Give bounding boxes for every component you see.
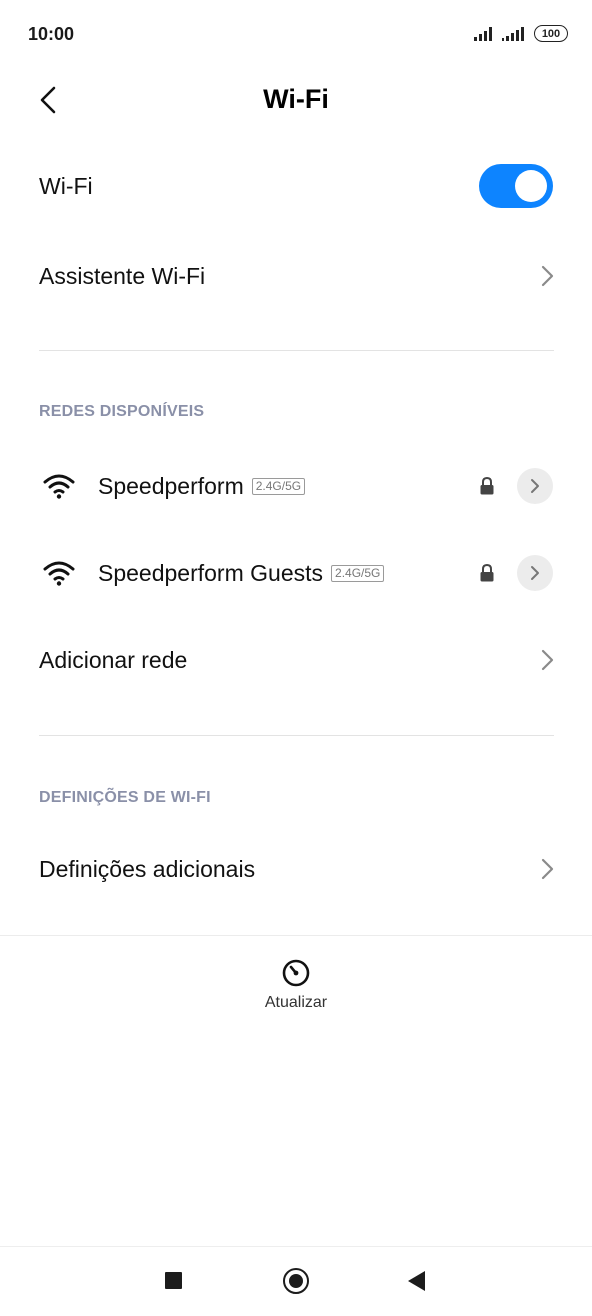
lock-icon — [480, 564, 494, 582]
network-details-button[interactable] — [517, 468, 553, 504]
add-network-row[interactable]: Adicionar rede — [0, 624, 592, 696]
battery-level: 100 — [541, 27, 561, 40]
recent-apps-button[interactable] — [165, 1272, 182, 1289]
signal-icon — [474, 26, 492, 41]
network-row[interactable]: Speedperform Guests 2.4G/5G — [0, 537, 592, 609]
band-badge: 2.4G/5G — [331, 564, 385, 582]
navigation-bar — [0, 1246, 592, 1316]
wifi-toggle-label: Wi-Fi — [39, 172, 93, 199]
toggle-knob — [515, 170, 547, 202]
network-details-button[interactable] — [517, 555, 553, 591]
wifi-assistant-label: Assistente Wi-Fi — [39, 262, 206, 289]
add-network-label: Adicionar rede — [39, 646, 188, 673]
refresh-label: Atualizar — [264, 994, 328, 1011]
section-title-settings: DEFINIÇÕES DE WI-FI — [39, 789, 211, 806]
network-name-text: Speedperform — [98, 472, 244, 499]
wifi-toggle-row[interactable]: Wi-Fi — [0, 150, 592, 222]
chevron-right-icon — [541, 858, 554, 880]
chevron-right-icon — [531, 479, 539, 493]
divider — [39, 735, 554, 736]
nav-back-button[interactable] — [408, 1271, 425, 1291]
status-icons: 100 — [474, 25, 568, 42]
home-button[interactable] — [283, 1268, 309, 1294]
wifi-assistant-row[interactable]: Assistente Wi-Fi — [0, 240, 592, 312]
divider — [0, 935, 592, 936]
chevron-right-icon — [541, 265, 554, 287]
signal-icon — [502, 26, 524, 41]
network-name-text: Speedperform Guests — [98, 559, 324, 586]
network-name: Speedperform 2.4G/5G — [98, 472, 306, 500]
additional-settings-row[interactable]: Definições adicionais — [0, 833, 592, 905]
wifi-icon — [43, 561, 75, 586]
section-title-networks: REDES DISPONÍVEIS — [39, 403, 205, 420]
header: Wi-Fi — [0, 70, 592, 130]
battery-icon: 100 — [534, 25, 568, 42]
chevron-right-icon — [531, 566, 539, 580]
status-bar: 10:00 100 — [0, 0, 592, 70]
wifi-toggle-switch[interactable] — [479, 164, 553, 208]
page-title: Wi-Fi — [263, 84, 329, 114]
wifi-icon — [43, 474, 75, 499]
refresh-icon — [282, 959, 310, 987]
status-time: 10:00 — [28, 24, 75, 44]
band-badge: 2.4G/5G — [251, 477, 306, 495]
refresh-button[interactable]: Atualizar — [0, 958, 592, 1012]
chevron-right-icon — [541, 649, 554, 671]
additional-settings-label: Definições adicionais — [39, 855, 256, 882]
network-row[interactable]: Speedperform 2.4G/5G — [0, 450, 592, 522]
network-name: Speedperform Guests 2.4G/5G — [98, 559, 385, 587]
divider — [39, 350, 554, 351]
lock-icon — [480, 477, 494, 495]
